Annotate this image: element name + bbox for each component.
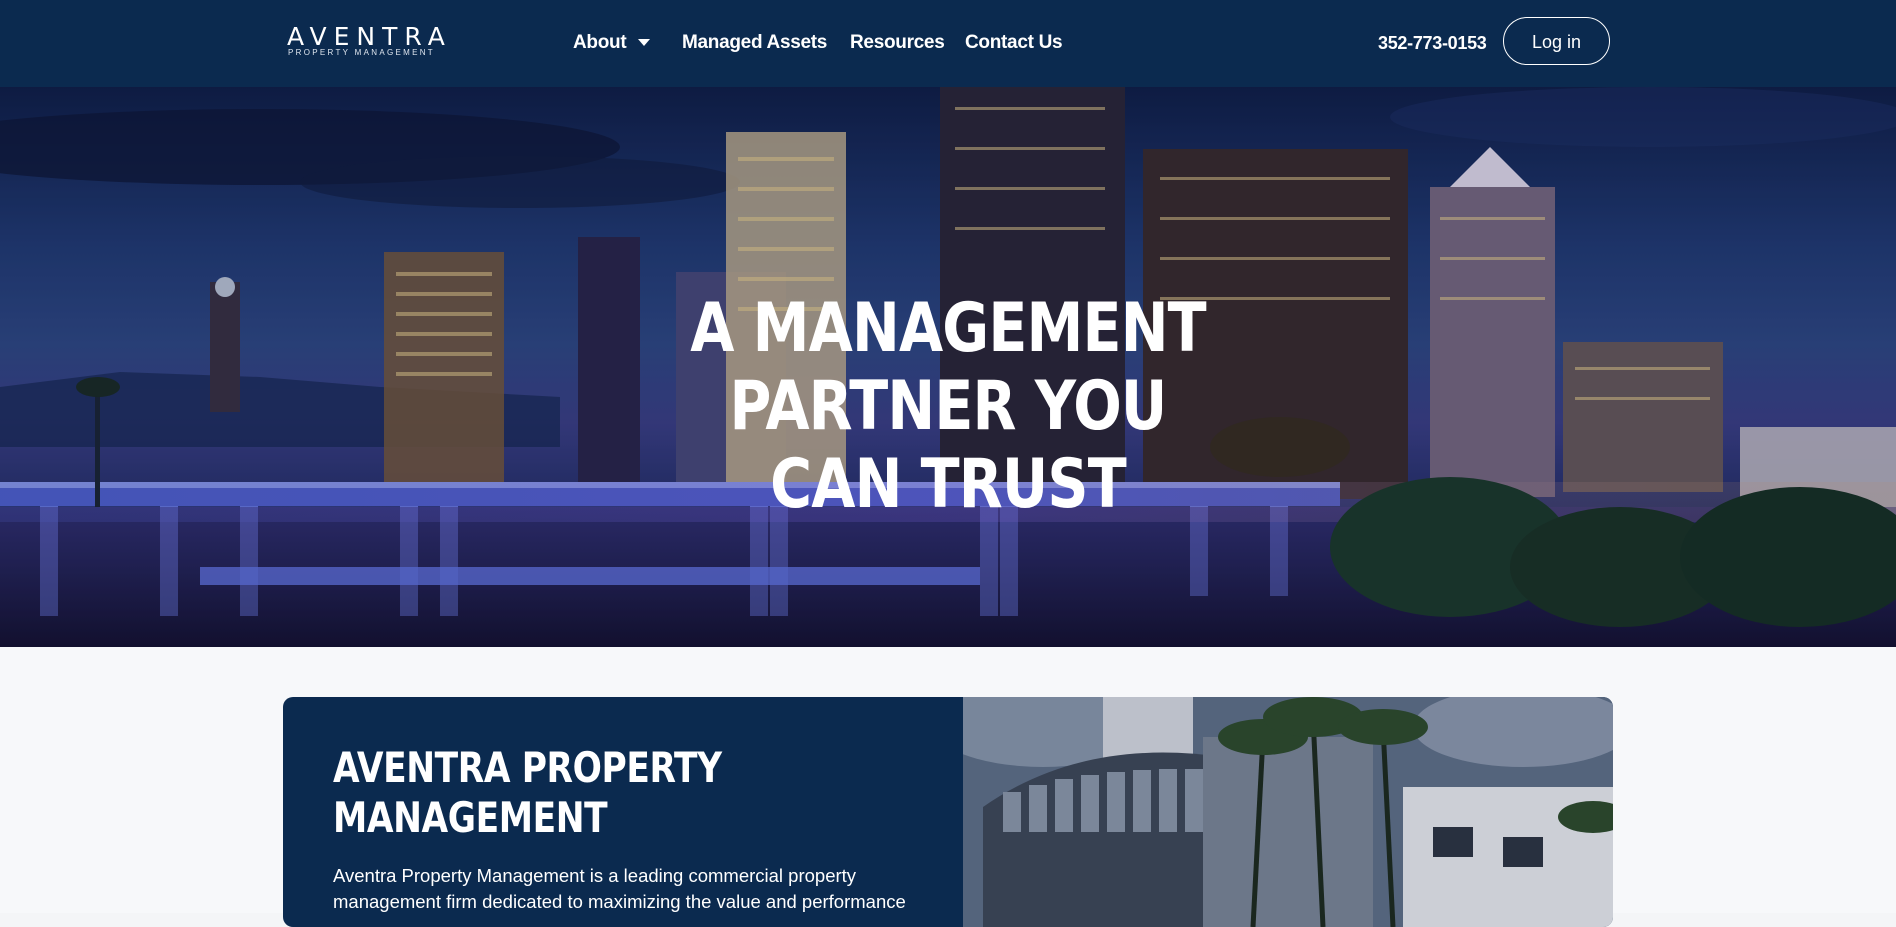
about-section: AVENTRA PROPERTY MANAGEMENT Aventra Prop… xyxy=(0,647,1896,927)
chevron-down-icon[interactable] xyxy=(638,39,650,46)
about-title: AVENTRA PROPERTY MANAGEMENT xyxy=(333,743,825,843)
phone-link[interactable]: 352-773-0153 xyxy=(1378,30,1487,56)
nav-about[interactable]: About xyxy=(573,30,627,56)
hero-banner: A MANAGEMENT PARTNER YOU CAN TRUST xyxy=(0,87,1896,647)
logo[interactable]: AVENTRA PROPERTY MANAGEMENT xyxy=(287,22,479,58)
about-title-line1: AVENTRA PROPERTY xyxy=(333,743,722,792)
hero-title: A MANAGEMENT PARTNER YOU CAN TRUST xyxy=(612,289,1284,524)
about-description: Aventra Property Management is a leading… xyxy=(333,865,906,912)
login-button[interactable]: Log in xyxy=(1503,17,1610,65)
logo-text: AVENTRA xyxy=(287,22,452,51)
hero-title-line2: CAN TRUST xyxy=(770,445,1127,524)
hero-title-line1: A MANAGEMENT PARTNER YOU xyxy=(690,289,1206,446)
logo-subtext: PROPERTY MANAGEMENT xyxy=(288,48,435,57)
nav-resources[interactable]: Resources xyxy=(850,30,945,56)
nav-managed-assets[interactable]: Managed Assets xyxy=(682,30,827,56)
top-navigation: AVENTRA PROPERTY MANAGEMENT About Manage… xyxy=(0,0,1896,87)
building-photo xyxy=(963,697,1613,927)
nav-contact-us[interactable]: Contact Us xyxy=(965,30,1063,56)
about-title-line2: MANAGEMENT xyxy=(333,793,608,842)
about-card: AVENTRA PROPERTY MANAGEMENT Aventra Prop… xyxy=(283,697,1613,927)
